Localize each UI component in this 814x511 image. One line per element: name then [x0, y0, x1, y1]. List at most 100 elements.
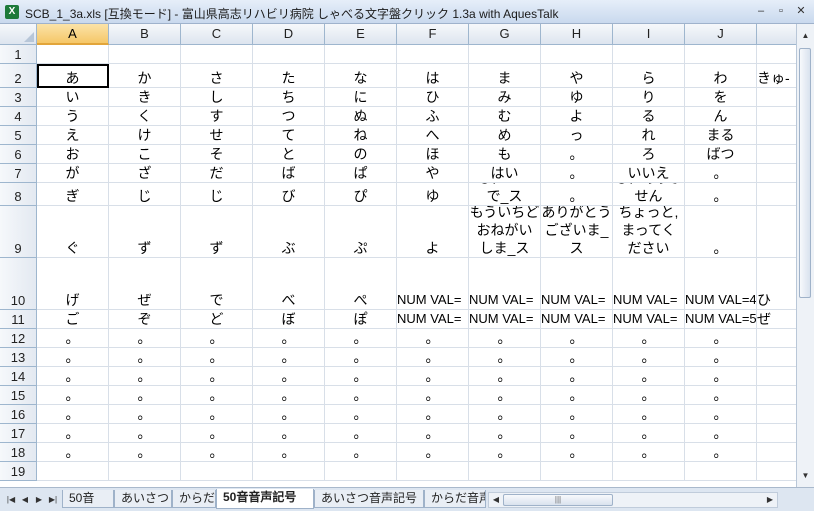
- row-header-2[interactable]: 2: [0, 64, 37, 88]
- cell-i17[interactable]: 。: [613, 424, 685, 443]
- column-header-i[interactable]: I: [613, 24, 685, 45]
- cell-c11[interactable]: ど: [181, 310, 253, 329]
- cell-k2[interactable]: きゅ-: [757, 64, 796, 88]
- cell-h2[interactable]: や: [541, 64, 613, 88]
- scroll-right-icon[interactable]: ▶: [764, 494, 776, 506]
- cell-c10[interactable]: で: [181, 258, 253, 310]
- cell-d5[interactable]: て: [253, 126, 325, 145]
- cell-h3[interactable]: ゆ: [541, 88, 613, 107]
- row-header-7[interactable]: 7: [0, 164, 37, 183]
- cell-i4[interactable]: る: [613, 107, 685, 126]
- cell-e14[interactable]: 。: [325, 367, 397, 386]
- cell-g12[interactable]: 。: [469, 329, 541, 348]
- cell-j8[interactable]: 。: [685, 183, 757, 206]
- cell-e17[interactable]: 。: [325, 424, 397, 443]
- cell-f14[interactable]: 。: [397, 367, 469, 386]
- cell-h1[interactable]: [541, 45, 613, 64]
- cell-c16[interactable]: 。: [181, 405, 253, 424]
- cell-i1[interactable]: [613, 45, 685, 64]
- horizontal-scroll-thumb[interactable]: |||: [503, 494, 613, 506]
- cell-a14[interactable]: 。: [37, 367, 109, 386]
- cell-j6[interactable]: ばつ: [685, 145, 757, 164]
- last-sheet-icon[interactable]: ▶|: [48, 494, 58, 506]
- cell-i8[interactable]: どちらで も、ありま せん: [613, 183, 685, 206]
- minimize-icon[interactable]: –: [754, 5, 768, 17]
- spreadsheet-grid[interactable]: A B C D E F G H I J 1 2 あかさたなはまやらわきゅ- 3 いきしちにひみゆりを 4 うくす…: [0, 24, 796, 487]
- cell-j11[interactable]: NUM VAL=5: [685, 310, 757, 329]
- cell-a9[interactable]: ぐ: [37, 206, 109, 258]
- cell-e2[interactable]: な: [325, 64, 397, 88]
- sheet-tab-1[interactable]: あいさつ: [114, 490, 172, 508]
- cell-f10[interactable]: NUM VAL=: [397, 258, 469, 310]
- cell-c2[interactable]: さ: [181, 64, 253, 88]
- cell-d3[interactable]: ち: [253, 88, 325, 107]
- cell-f12[interactable]: 。: [397, 329, 469, 348]
- select-all-corner[interactable]: [0, 24, 37, 45]
- cell-i16[interactable]: 。: [613, 405, 685, 424]
- cell-g10[interactable]: NUM VAL=: [469, 258, 541, 310]
- cell-c17[interactable]: 。: [181, 424, 253, 443]
- cell-e5[interactable]: ね: [325, 126, 397, 145]
- cell-d18[interactable]: 。: [253, 443, 325, 462]
- row-header-6[interactable]: 6: [0, 145, 37, 164]
- cell-j14[interactable]: 。: [685, 367, 757, 386]
- cell-j4[interactable]: ん: [685, 107, 757, 126]
- cell-d17[interactable]: 。: [253, 424, 325, 443]
- cell-d6[interactable]: と: [253, 145, 325, 164]
- cell-h5[interactable]: っ: [541, 126, 613, 145]
- cell-f3[interactable]: ひ: [397, 88, 469, 107]
- cell-j12[interactable]: 。: [685, 329, 757, 348]
- cell-e10[interactable]: ぺ: [325, 258, 397, 310]
- cell-e6[interactable]: の: [325, 145, 397, 164]
- cell-h13[interactable]: 。: [541, 348, 613, 367]
- cell-e9[interactable]: ぷ: [325, 206, 397, 258]
- cell-c5[interactable]: せ: [181, 126, 253, 145]
- cell-e18[interactable]: 。: [325, 443, 397, 462]
- cell-f11[interactable]: NUM VAL=: [397, 310, 469, 329]
- cell-e16[interactable]: 。: [325, 405, 397, 424]
- cell-i13[interactable]: 。: [613, 348, 685, 367]
- cell-e4[interactable]: ぬ: [325, 107, 397, 126]
- cell-a17[interactable]: 。: [37, 424, 109, 443]
- cell-d16[interactable]: 。: [253, 405, 325, 424]
- restore-icon[interactable]: ▫: [774, 5, 788, 17]
- cell-d9[interactable]: ぶ: [253, 206, 325, 258]
- cell-h16[interactable]: 。: [541, 405, 613, 424]
- first-sheet-icon[interactable]: |◀: [6, 494, 16, 506]
- cell-j1[interactable]: [685, 45, 757, 64]
- sheet-tab-2[interactable]: からだ: [172, 490, 216, 508]
- row-header-12[interactable]: 12: [0, 329, 37, 348]
- cell-i18[interactable]: 。: [613, 443, 685, 462]
- cell-e19[interactable]: [325, 462, 397, 481]
- cell-g16[interactable]: 。: [469, 405, 541, 424]
- cell-i19[interactable]: [613, 462, 685, 481]
- row-header-18[interactable]: 18: [0, 443, 37, 462]
- cell-c1[interactable]: [181, 45, 253, 64]
- cell-h12[interactable]: 。: [541, 329, 613, 348]
- cell-h15[interactable]: 。: [541, 386, 613, 405]
- column-header-h[interactable]: H: [541, 24, 613, 45]
- cell-g17[interactable]: 。: [469, 424, 541, 443]
- cell-b15[interactable]: 。: [109, 386, 181, 405]
- cell-h9[interactable]: ありがとう ございま_ ス: [541, 206, 613, 258]
- cell-g13[interactable]: 。: [469, 348, 541, 367]
- cell-k7[interactable]: [757, 164, 796, 183]
- cell-d13[interactable]: 。: [253, 348, 325, 367]
- column-header-f[interactable]: F: [397, 24, 469, 45]
- cell-c19[interactable]: [181, 462, 253, 481]
- cell-f18[interactable]: 。: [397, 443, 469, 462]
- cell-i12[interactable]: 。: [613, 329, 685, 348]
- cell-e13[interactable]: 。: [325, 348, 397, 367]
- cell-g5[interactable]: め: [469, 126, 541, 145]
- cell-i3[interactable]: り: [613, 88, 685, 107]
- cell-c9[interactable]: ず: [181, 206, 253, 258]
- cell-g3[interactable]: み: [469, 88, 541, 107]
- cell-h8[interactable]: 。: [541, 183, 613, 206]
- cell-i7[interactable]: いいえ: [613, 164, 685, 183]
- cell-g15[interactable]: 。: [469, 386, 541, 405]
- cell-b18[interactable]: 。: [109, 443, 181, 462]
- cell-e1[interactable]: [325, 45, 397, 64]
- cell-j19[interactable]: [685, 462, 757, 481]
- cell-k15[interactable]: [757, 386, 796, 405]
- cell-h10[interactable]: NUM VAL=: [541, 258, 613, 310]
